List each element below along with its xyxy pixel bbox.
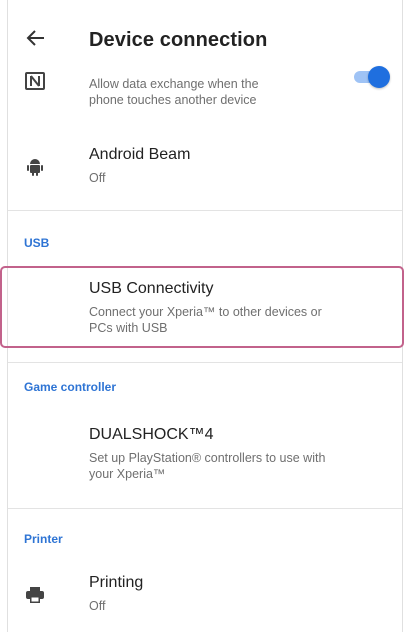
nfc-toggle[interactable]: [354, 66, 390, 88]
android-beam-title: Android Beam: [89, 146, 191, 163]
nfc-summary-line1: Allow data exchange when the: [89, 77, 259, 91]
page-title: Device connection: [89, 29, 268, 51]
back-arrow-icon[interactable]: [24, 26, 48, 50]
usb-connectivity-title: USB Connectivity: [89, 280, 214, 297]
printing-item[interactable]: Printing Off: [8, 562, 402, 632]
dualshock-title: DUALSHOCK™4: [89, 426, 214, 443]
section-header-printer: Printer: [24, 532, 63, 546]
section-header-usb: USB: [24, 236, 50, 250]
dualshock-summary-line1: Set up PlayStation® controllers to use w…: [89, 451, 326, 465]
divider: [8, 210, 402, 211]
nfc-item[interactable]: Allow data exchange when the phone touch…: [8, 70, 402, 126]
toggle-thumb: [368, 66, 390, 88]
usb-connectivity-summary-line2: PCs with USB: [89, 321, 168, 335]
android-beam-item[interactable]: Android Beam Off: [8, 130, 402, 200]
usb-connectivity-summary-line1: Connect your Xperia™ to other devices or: [89, 305, 322, 319]
android-icon: [24, 156, 46, 178]
divider: [8, 362, 402, 363]
printer-icon: [24, 584, 46, 606]
divider: [8, 508, 402, 509]
nfc-summary-line2: phone touches another device: [89, 93, 257, 107]
printing-title: Printing: [89, 574, 144, 591]
android-beam-summary: Off: [89, 171, 106, 185]
printing-summary: Off: [89, 599, 106, 613]
usb-connectivity-item[interactable]: USB Connectivity Connect your Xperia™ to…: [8, 266, 402, 348]
section-header-game-controller: Game controller: [24, 380, 117, 394]
nfc-icon: [24, 70, 46, 92]
app-bar: Device connection: [8, 0, 402, 70]
settings-screen: Device connection Allow data exchange wh…: [7, 0, 403, 632]
dualshock-summary-line2: your Xperia™: [89, 467, 166, 481]
dualshock-item[interactable]: DUALSHOCK™4 Set up PlayStation® controll…: [8, 410, 402, 500]
